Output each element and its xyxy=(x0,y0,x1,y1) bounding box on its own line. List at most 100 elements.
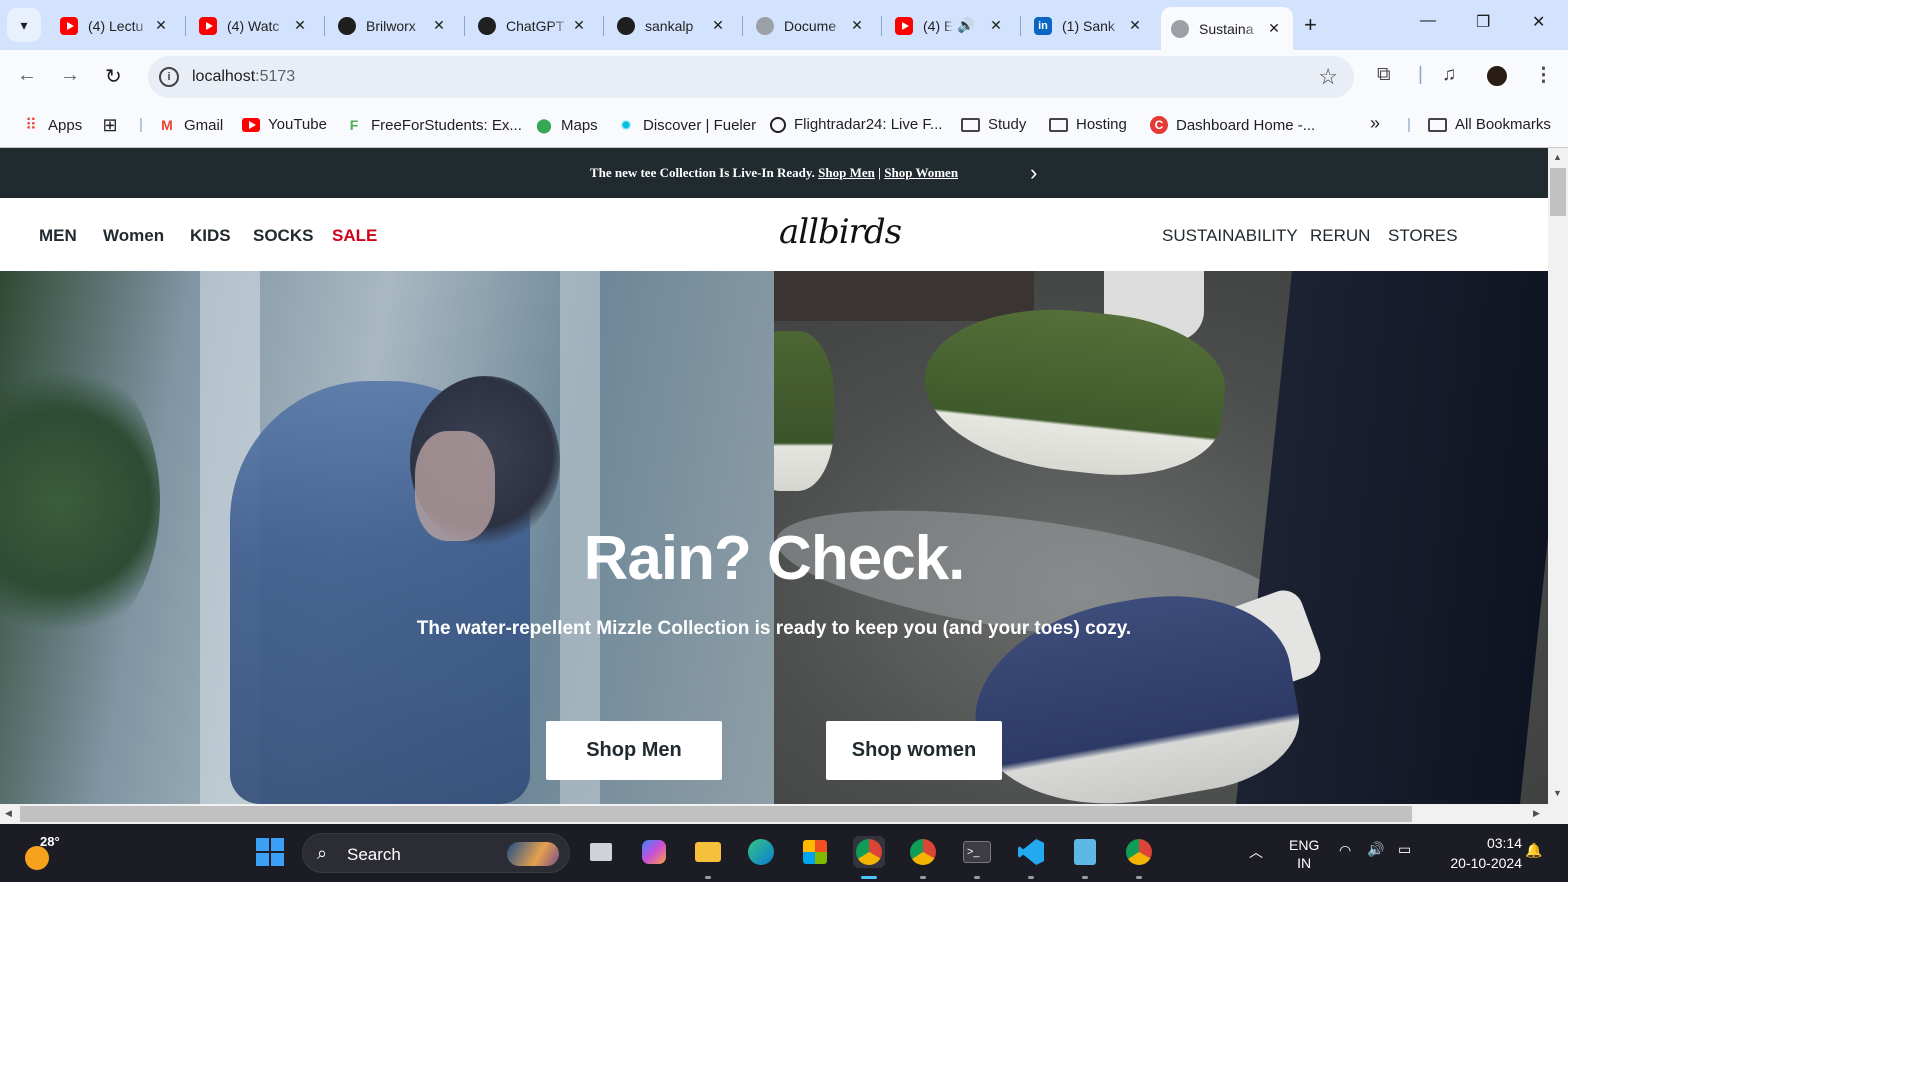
close-icon[interactable]: ✕ xyxy=(1126,17,1144,34)
vscode-button[interactable] xyxy=(1015,836,1047,868)
vertical-scrollbar[interactable]: ▲ ▼ xyxy=(1548,148,1568,804)
terminal-icon: >_ xyxy=(963,841,991,863)
nav-kids[interactable]: KIDS xyxy=(190,226,231,246)
start-button[interactable] xyxy=(254,836,286,868)
chrome-profile-button[interactable] xyxy=(907,836,939,868)
tab-3[interactable]: Brilworx ✕ xyxy=(328,7,458,44)
horizontal-scroll-thumb[interactable] xyxy=(20,806,1412,822)
chrome-second-button[interactable] xyxy=(1123,836,1155,868)
bookmark-fueler[interactable]: ✹ Discover | Fueler xyxy=(617,116,756,134)
youtube-icon xyxy=(895,16,913,35)
close-icon[interactable]: ✕ xyxy=(848,17,866,34)
tab-8[interactable]: in (1) Sank ✕ xyxy=(1024,7,1154,44)
nav-sale[interactable]: SALE xyxy=(332,226,377,246)
bookmark-tab-groups[interactable]: ⊞ xyxy=(101,115,119,135)
task-view-button[interactable] xyxy=(585,836,617,868)
volume-icon[interactable]: 🔊 xyxy=(1367,841,1384,858)
url-text[interactable]: localhost:5173 xyxy=(192,68,295,86)
shop-men-button[interactable]: Shop Men xyxy=(546,721,722,780)
chrome-icon xyxy=(1126,839,1152,865)
scroll-down-arrow-icon[interactable]: ▼ xyxy=(1553,788,1562,798)
close-icon[interactable]: ✕ xyxy=(709,17,727,34)
show-hidden-icons-icon[interactable]: ︿ xyxy=(1249,842,1263,862)
announcement-shop-men-link[interactable]: Shop Men xyxy=(818,165,875,180)
search-highlight-art-icon xyxy=(507,842,559,866)
notification-bell-icon[interactable]: 🔔 xyxy=(1525,842,1542,859)
bookmark-flightradar[interactable]: Flightradar24: Live F... xyxy=(770,116,942,133)
nav-socks[interactable]: SOCKS xyxy=(253,226,313,246)
vertical-scroll-thumb[interactable] xyxy=(1550,168,1566,216)
bookmark-folder-study[interactable]: Study xyxy=(961,116,1026,133)
close-icon[interactable]: ✕ xyxy=(152,17,170,34)
media-control-icon[interactable]: ♫ xyxy=(1442,64,1456,86)
nav-rerun[interactable]: RERUN xyxy=(1310,226,1370,246)
site-logo[interactable]: allbirds xyxy=(779,212,902,252)
close-icon[interactable]: ✕ xyxy=(987,17,1005,34)
shop-women-button[interactable]: Shop women xyxy=(826,721,1002,780)
bookmark-youtube[interactable]: YouTube xyxy=(242,116,327,133)
tab-2[interactable]: (4) Watc ✕ xyxy=(189,7,319,44)
scroll-left-arrow-icon[interactable]: ◀ xyxy=(5,808,12,819)
terminal-button[interactable]: >_ xyxy=(961,836,993,868)
nav-stores[interactable]: STORES xyxy=(1388,226,1458,246)
language-indicator[interactable]: ENG IN xyxy=(1289,836,1319,872)
horizontal-scrollbar[interactable]: ◀ ▶ xyxy=(0,804,1548,824)
site-info-icon[interactable]: i xyxy=(159,67,179,87)
hero-title: Rain? Check. xyxy=(583,524,966,593)
tab-9-active[interactable]: Sustaina ✕ xyxy=(1161,7,1293,50)
fueler-icon: ✹ xyxy=(620,116,632,133)
nav-men[interactable]: MEN xyxy=(39,226,77,246)
folder-icon xyxy=(695,842,721,862)
menu-kebab-icon[interactable]: ⋮ xyxy=(1534,64,1553,87)
copilot-button[interactable] xyxy=(638,836,670,868)
announcement-shop-women-link[interactable]: Shop Women xyxy=(884,165,958,180)
store-button[interactable] xyxy=(799,836,831,868)
nav-women[interactable]: Women xyxy=(103,226,164,246)
chevron-right-icon[interactable]: › xyxy=(1030,148,1037,198)
new-tab-button[interactable]: + xyxy=(1304,12,1317,38)
tab-7[interactable]: (4) E 🔊 ✕ xyxy=(885,7,1015,44)
system-clock[interactable]: 03:14 20-10-2024 xyxy=(1432,833,1522,873)
edge-button[interactable] xyxy=(745,836,777,868)
nav-sustainability[interactable]: SUSTAINABILITY xyxy=(1162,226,1298,246)
weather-widget[interactable]: 28° xyxy=(22,834,60,870)
close-icon[interactable]: ✕ xyxy=(430,17,448,34)
tab-search-button[interactable]: ▾ xyxy=(7,8,41,42)
bookmarks-overflow-button[interactable]: » xyxy=(1370,113,1380,134)
bookmark-freeforstudents[interactable]: F FreeForStudents: Ex... xyxy=(345,116,522,134)
tab-5[interactable]: sankalp ✕ xyxy=(607,7,737,44)
file-explorer-button[interactable] xyxy=(692,836,724,868)
back-icon[interactable]: ← xyxy=(17,64,37,87)
bookmark-apps[interactable]: ⠿ Apps xyxy=(22,116,82,135)
bookmark-star-icon[interactable]: ☆ xyxy=(1318,64,1338,90)
close-icon[interactable]: ✕ xyxy=(291,17,309,34)
search-icon: ⌕ xyxy=(317,843,328,863)
tab-1[interactable]: (4) Lectu ✕ xyxy=(50,7,180,44)
reload-icon[interactable]: ↻ xyxy=(105,64,122,89)
bookmark-gmail[interactable]: M Gmail xyxy=(158,116,223,134)
chrome-button-active[interactable] xyxy=(853,836,885,868)
taskbar-search[interactable]: ⌕ Search xyxy=(302,833,570,873)
close-icon[interactable]: ✕ xyxy=(1265,20,1283,37)
gmail-icon: M xyxy=(161,117,173,133)
forward-icon[interactable]: → xyxy=(60,64,80,87)
scroll-up-arrow-icon[interactable]: ▲ xyxy=(1553,152,1562,162)
close-icon[interactable]: ✕ xyxy=(570,17,588,34)
wifi-icon[interactable]: ◠ xyxy=(1339,842,1351,859)
tab-6[interactable]: Docume ✕ xyxy=(746,7,876,44)
tab-4[interactable]: ChatGPT ✕ xyxy=(468,7,598,44)
minimize-icon[interactable]: — xyxy=(1420,12,1436,30)
profile-avatar[interactable] xyxy=(1485,64,1509,88)
speaker-icon[interactable]: 🔊 xyxy=(957,17,974,34)
bookmark-dashboard[interactable]: C Dashboard Home -... xyxy=(1150,116,1315,134)
notepad-button[interactable] xyxy=(1069,836,1101,868)
scroll-right-arrow-icon[interactable]: ▶ xyxy=(1533,808,1540,819)
bookmark-all-bookmarks[interactable]: All Bookmarks xyxy=(1428,116,1551,133)
address-bar[interactable]: i localhost:5173 ☆ xyxy=(148,56,1354,98)
bookmark-maps[interactable]: ⬤ Maps xyxy=(535,116,598,134)
extensions-icon[interactable]: ⧉ xyxy=(1377,64,1391,86)
close-window-icon[interactable]: ✕ xyxy=(1532,12,1545,32)
restore-icon[interactable]: ❐ xyxy=(1476,12,1490,32)
battery-icon[interactable]: ▭ xyxy=(1398,841,1411,858)
bookmark-folder-hosting[interactable]: Hosting xyxy=(1049,116,1127,133)
